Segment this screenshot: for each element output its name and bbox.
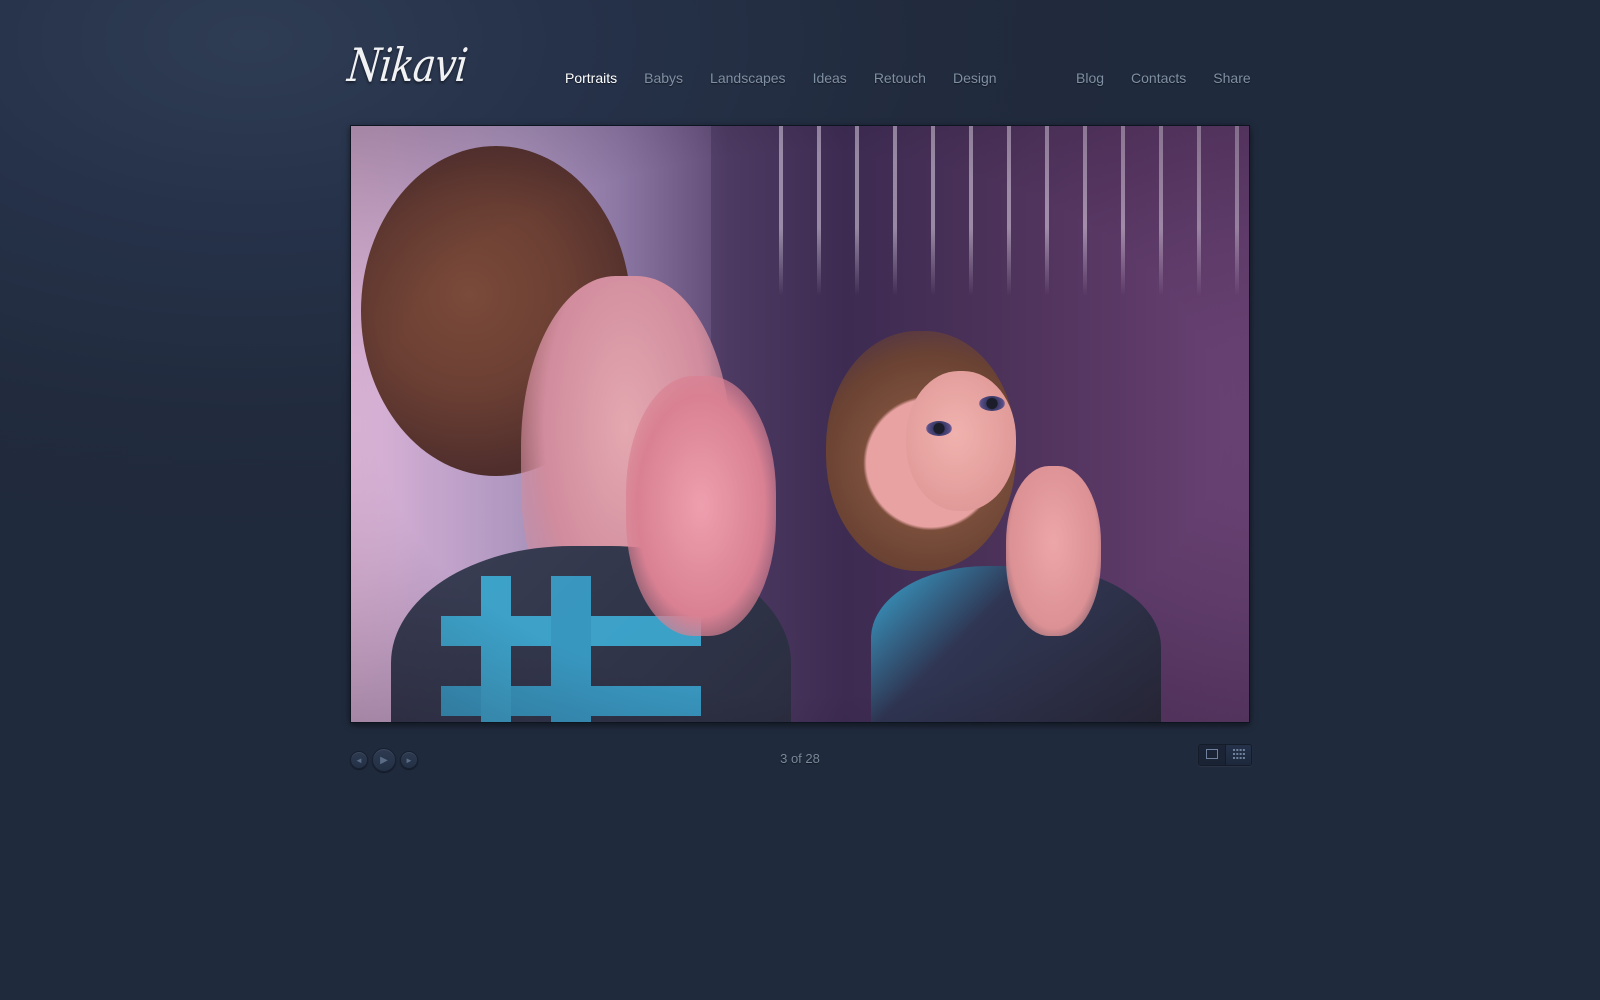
logo[interactable]: Nikavi <box>345 38 470 92</box>
nav-item-ideas[interactable]: Ideas <box>813 70 847 86</box>
nav-item-contacts[interactable]: Contacts <box>1131 70 1186 86</box>
nav-item-portraits[interactable]: Portraits <box>565 70 617 86</box>
primary-nav: Portraits Babys Landscapes Ideas Retouch… <box>565 70 997 86</box>
nav-item-retouch[interactable]: Retouch <box>874 70 926 86</box>
secondary-nav: Blog Contacts Share <box>1076 70 1251 86</box>
nav-item-share[interactable]: Share <box>1213 70 1250 86</box>
grid-view-icon <box>1232 746 1245 764</box>
nav-item-babys[interactable]: Babys <box>644 70 683 86</box>
photo-vignette <box>351 126 1249 722</box>
view-mode-toggle <box>1198 744 1252 766</box>
gallery-photo[interactable] <box>350 125 1250 723</box>
single-view-button[interactable] <box>1199 745 1225 765</box>
nav-item-design[interactable]: Design <box>953 70 997 86</box>
slide-counter: 3 of 28 <box>780 751 820 766</box>
single-view-icon <box>1206 746 1218 764</box>
nav-item-landscapes[interactable]: Landscapes <box>710 70 786 86</box>
nav-item-blog[interactable]: Blog <box>1076 70 1104 86</box>
grid-view-button[interactable] <box>1225 745 1251 765</box>
